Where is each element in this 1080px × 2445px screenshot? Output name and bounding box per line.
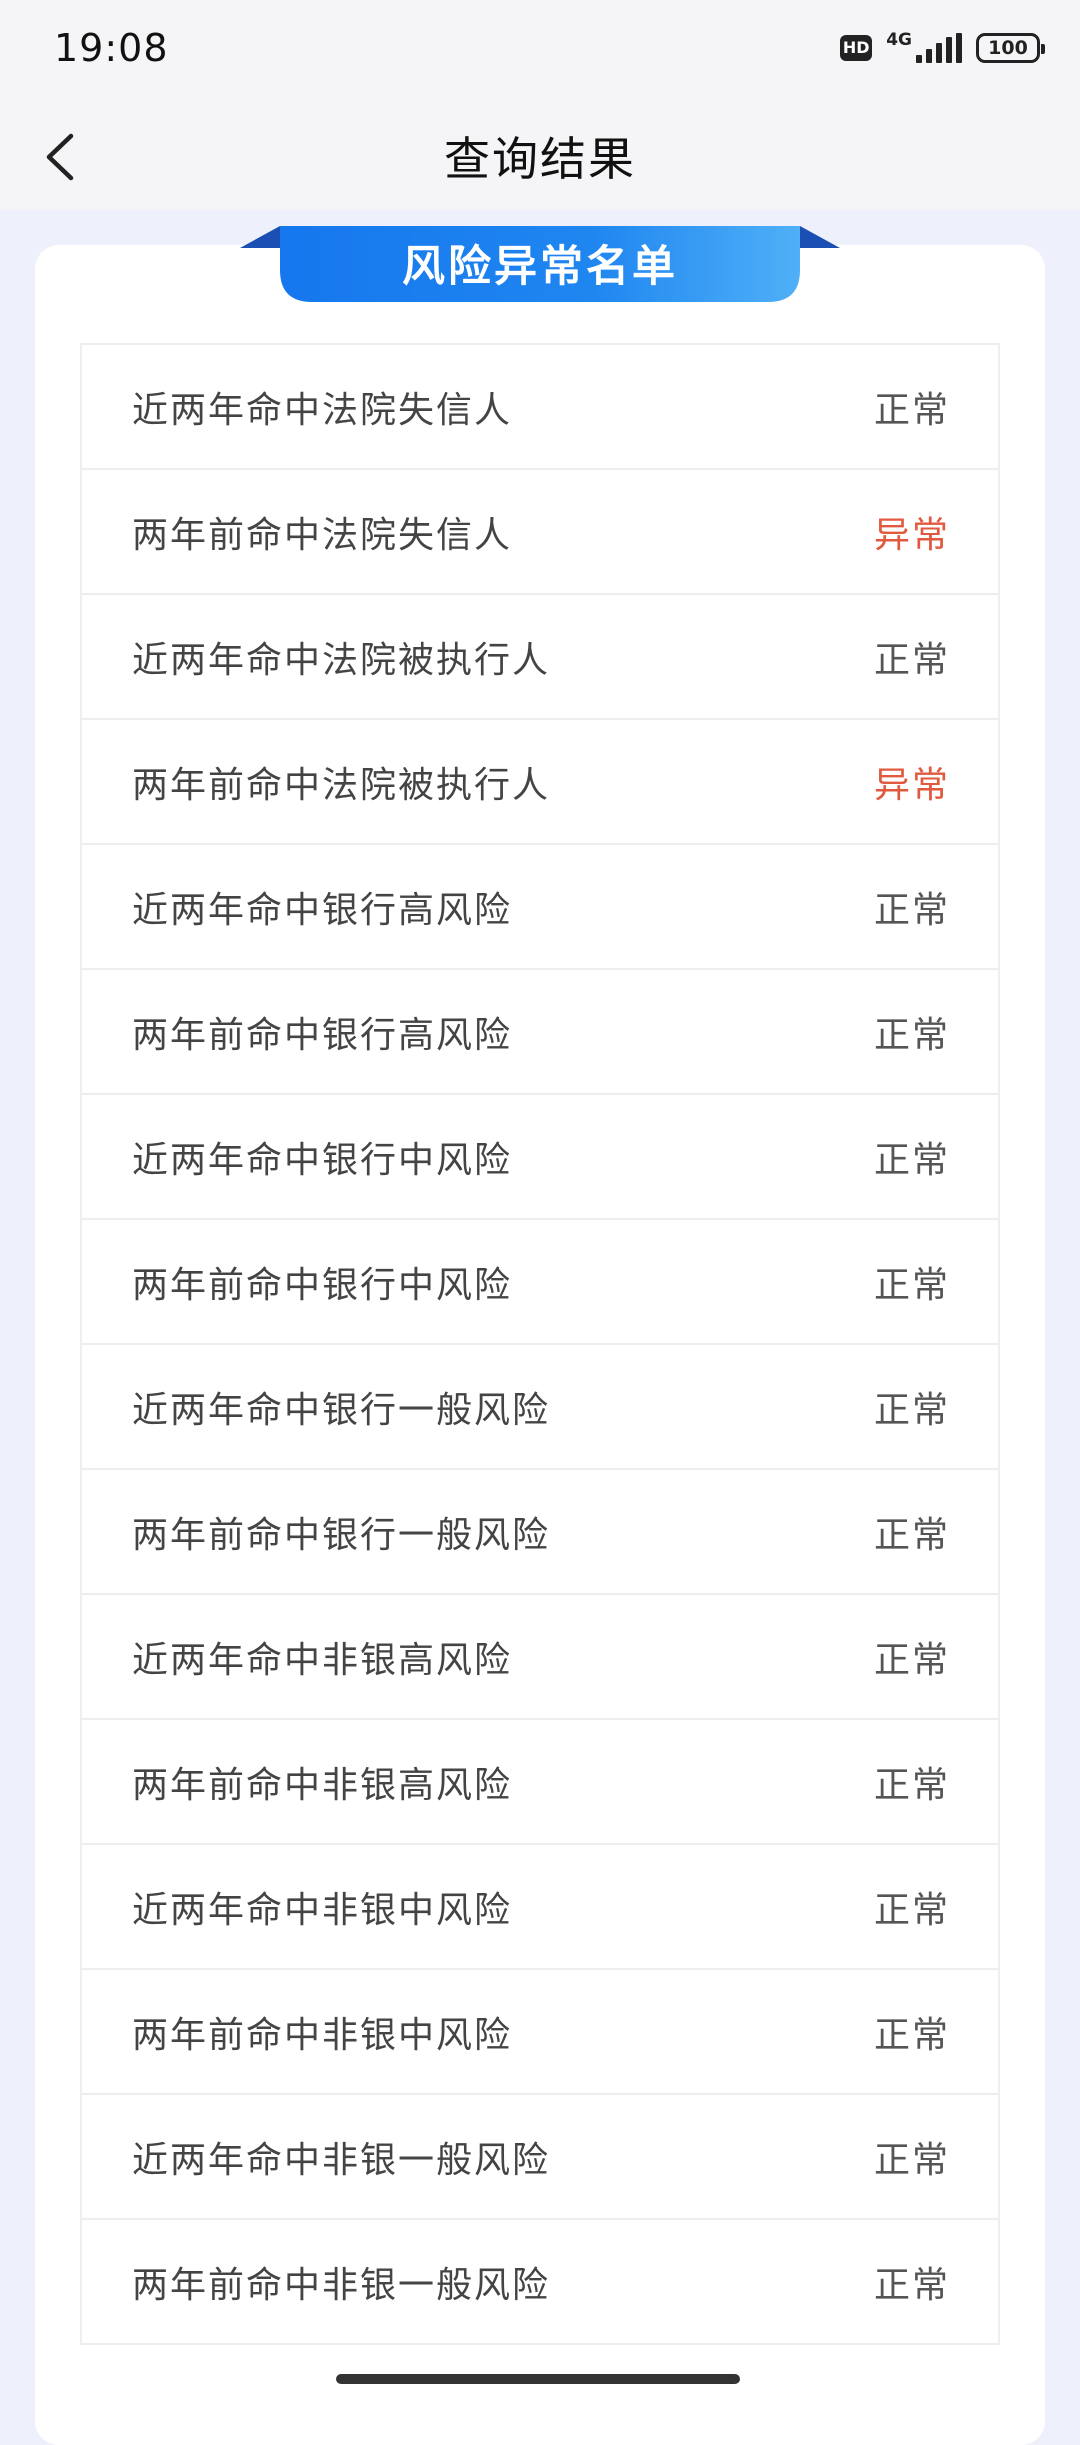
- risk-item-label: 近两年命中法院失信人: [132, 389, 513, 431]
- risk-item-label: 近两年命中非银中风险: [132, 1889, 513, 1931]
- list-item: 两年前命中非银中风险 正常: [82, 1970, 998, 2095]
- list-item: 两年前命中非银高风险 正常: [82, 1720, 998, 1845]
- risk-item-label: 两年前命中法院失信人: [132, 514, 513, 556]
- risk-item-label: 近两年命中法院被执行人: [132, 639, 551, 681]
- risk-item-label: 两年前命中非银一般风险: [132, 2264, 551, 2306]
- status-badge: 正常: [873, 2264, 950, 2306]
- list-item: 近两年命中银行一般风险 正常: [82, 1345, 998, 1470]
- ribbon-banner: 风险异常名单: [240, 218, 840, 303]
- list-item: 近两年命中非银中风险 正常: [82, 1845, 998, 1970]
- status-badge: 正常: [873, 1514, 950, 1556]
- status-badge: 正常: [873, 1264, 950, 1306]
- hd-icon: HD: [840, 34, 873, 61]
- status-badge: 正常: [873, 2139, 950, 2181]
- list-item: 两年前命中法院被执行人 异常: [82, 720, 998, 845]
- list-item: 近两年命中非银一般风险 正常: [82, 2095, 998, 2220]
- status-badge: 异常: [873, 514, 950, 556]
- status-badge: 正常: [873, 389, 950, 431]
- risk-item-label: 近两年命中银行高风险: [132, 889, 513, 931]
- cellular-signal-icon: 4G: [886, 32, 962, 63]
- list-item: 两年前命中银行中风险 正常: [82, 1220, 998, 1345]
- ribbon-title: 风险异常名单: [402, 242, 678, 292]
- nav-header: 查询结果: [0, 105, 1080, 210]
- status-icons: HD 4G 100: [840, 32, 1045, 63]
- risk-item-label: 两年前命中银行中风险: [132, 1264, 513, 1306]
- status-bar: 19:08 HD 4G 100: [0, 0, 1080, 105]
- status-badge: 正常: [873, 1889, 950, 1931]
- risk-item-label: 两年前命中银行高风险: [132, 1014, 513, 1056]
- status-badge: 正常: [873, 889, 950, 931]
- risk-item-label: 两年前命中法院被执行人: [132, 764, 551, 806]
- list-item: 近两年命中银行高风险 正常: [82, 845, 998, 970]
- risk-item-label: 两年前命中银行一般风险: [132, 1514, 551, 1556]
- list-item: 两年前命中银行高风险 正常: [82, 970, 998, 1095]
- status-badge: 异常: [873, 764, 950, 806]
- risk-list: 近两年命中法院失信人 正常 两年前命中法院失信人 异常 近两年命中法院被执行人 正常 两年前…: [80, 343, 1000, 2345]
- status-badge: 正常: [873, 2014, 950, 2056]
- risk-item-label: 近两年命中非银高风险: [132, 1639, 513, 1681]
- battery-icon: 100: [976, 32, 1045, 63]
- list-item: 两年前命中法院失信人 异常: [82, 470, 998, 595]
- status-badge: 正常: [873, 1639, 950, 1681]
- page-title: 查询结果: [444, 132, 636, 186]
- list-item: 两年前命中银行一般风险 正常: [82, 1470, 998, 1595]
- risk-item-label: 近两年命中非银一般风险: [132, 2139, 551, 2181]
- status-badge: 正常: [873, 639, 950, 681]
- list-item: 近两年命中法院被执行人 正常: [82, 595, 998, 720]
- risk-item-label: 近两年命中银行中风险: [132, 1139, 513, 1181]
- battery-level: 100: [988, 36, 1028, 59]
- status-time: 19:08: [54, 26, 169, 70]
- status-badge: 正常: [873, 1389, 950, 1431]
- list-item: 近两年命中非银高风险 正常: [82, 1595, 998, 1720]
- status-badge: 正常: [873, 1764, 950, 1806]
- risk-item-label: 两年前命中非银高风险: [132, 1764, 513, 1806]
- status-badge: 正常: [873, 1139, 950, 1181]
- status-badge: 正常: [873, 1014, 950, 1056]
- risk-item-label: 两年前命中非银中风险: [132, 2014, 513, 2056]
- network-type-label: 4G: [886, 30, 912, 50]
- list-item: 近两年命中银行中风险 正常: [82, 1095, 998, 1220]
- list-item: 近两年命中法院失信人 正常: [82, 345, 998, 470]
- home-indicator[interactable]: [336, 2374, 740, 2384]
- risk-item-label: 近两年命中银行一般风险: [132, 1389, 551, 1431]
- list-item: 两年前命中非银一般风险 正常: [82, 2220, 998, 2345]
- signal-bars-icon: [916, 33, 962, 63]
